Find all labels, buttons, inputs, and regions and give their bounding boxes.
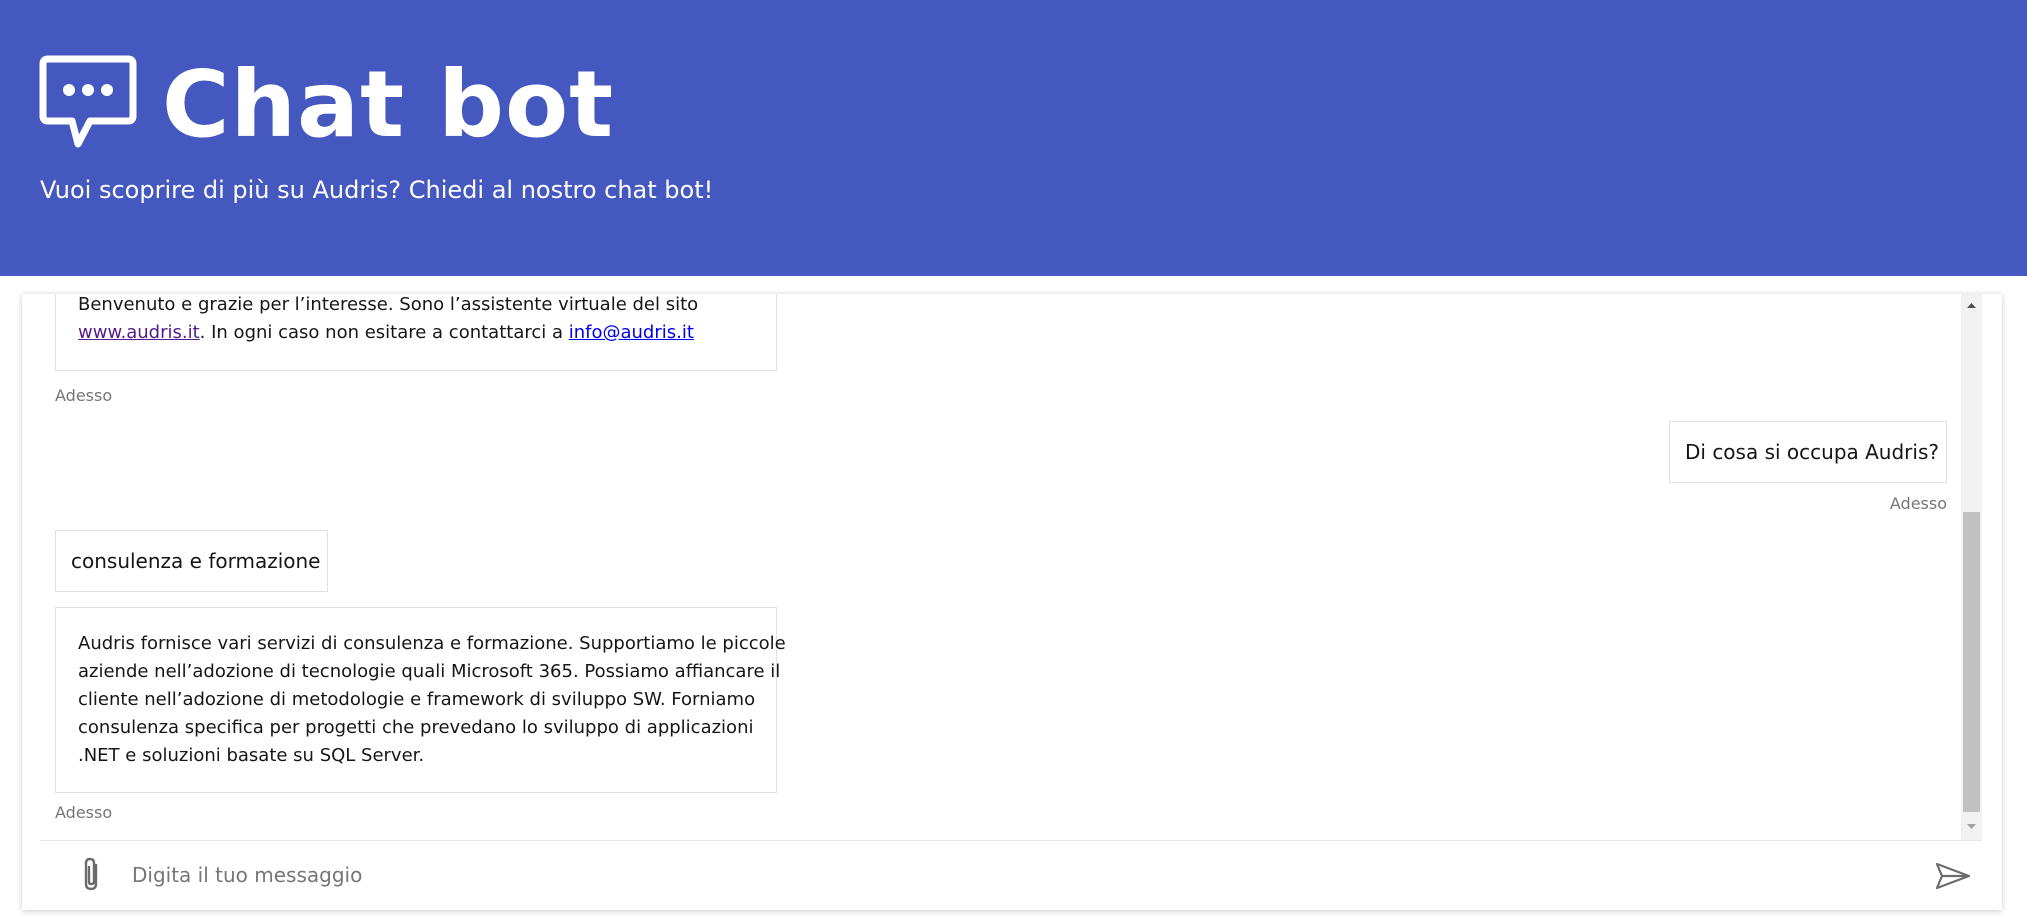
page-title: Chat bot <box>162 51 615 158</box>
message-timestamp: Adesso <box>55 803 113 822</box>
answer-line: aziende nell’adozione di tecnologie qual… <box>78 661 781 682</box>
paperclip-icon[interactable] <box>76 855 108 895</box>
message-input-bar <box>40 840 1982 910</box>
answer-line: cliente nell’adozione di metodologie e f… <box>78 689 756 710</box>
transcript-scrollbar[interactable] <box>1961 294 1982 840</box>
scrollbar-thumb[interactable] <box>1963 512 1980 812</box>
message-input[interactable] <box>116 849 1866 901</box>
welcome-middle-text: . In ogni caso non esitare a contattarci… <box>199 322 569 343</box>
page-subtitle: Vuoi scoprire di più su Audris? Chiedi a… <box>40 176 714 204</box>
answer-line: consulenza specifica per progetti che pr… <box>78 717 754 738</box>
bot-answer-card: Audris fornisce vari servizi di consulen… <box>55 607 786 793</box>
send-icon[interactable] <box>1934 859 1972 893</box>
email-link[interactable]: info@audris.it <box>569 322 694 343</box>
chat-bubble-icon <box>39 55 137 148</box>
answer-line: Audris fornisce vari servizi di consulen… <box>78 633 786 654</box>
chat-transcript[interactable]: Benvenuto e grazie per l’interesse. Sono… <box>22 294 1962 840</box>
message-timestamp: Adesso <box>1889 494 1947 513</box>
welcome-text-line-2: www.audris.it. In ogni caso non esitare … <box>78 319 754 347</box>
page-header: Chat bot Vuoi scoprire di più su Audris?… <box>0 0 2027 276</box>
bot-welcome-card: Benvenuto e grazie per l’interesse. Sono… <box>55 294 777 371</box>
scroll-up-arrow-icon[interactable] <box>1961 296 1982 314</box>
answer-line: .NET e soluzioni basate su SQL Server. <box>78 745 425 766</box>
site-link[interactable]: www.audris.it <box>78 322 200 343</box>
bot-message: consulenza e formazione <box>55 530 328 592</box>
message-timestamp: Adesso <box>55 386 113 405</box>
scroll-down-arrow-icon[interactable] <box>1961 818 1982 836</box>
chat-window: Benvenuto e grazie per l’interesse. Sono… <box>22 294 2002 910</box>
user-message: Di cosa si occupa Audris? <box>1669 421 1947 483</box>
welcome-text-line: Benvenuto e grazie per l’interesse. Sono… <box>78 294 699 315</box>
